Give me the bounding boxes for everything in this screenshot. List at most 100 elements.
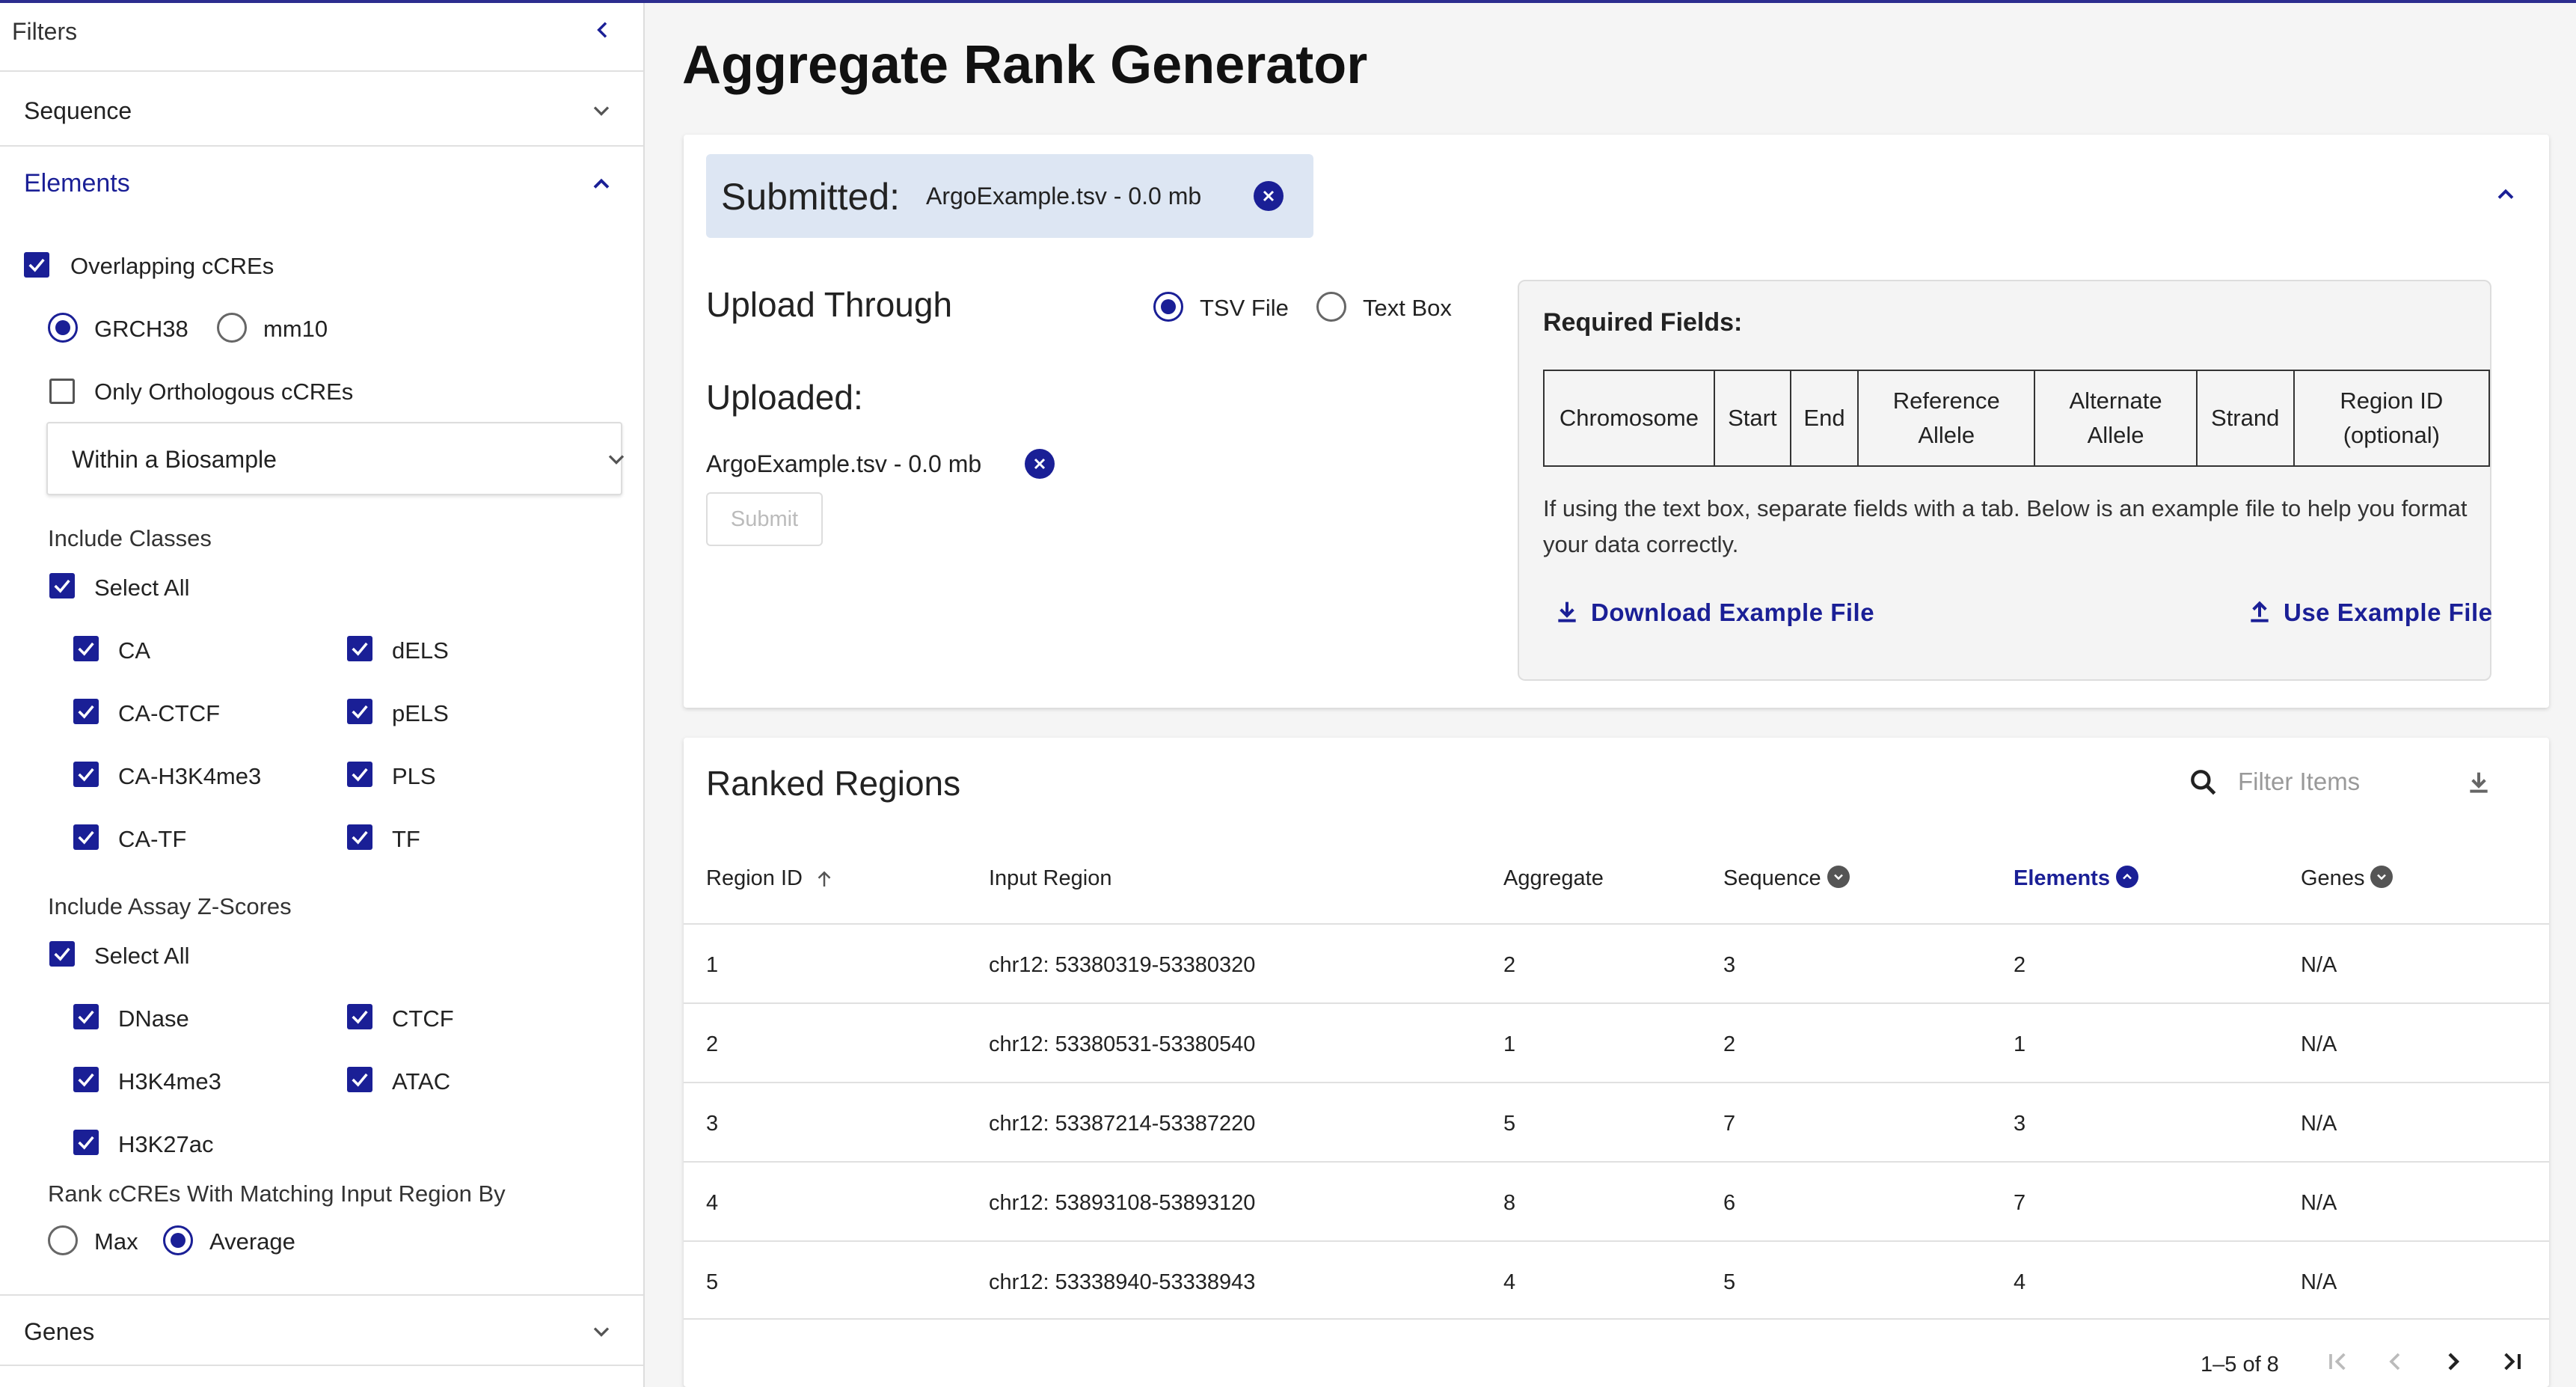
text-box-label: Text Box — [1363, 295, 1452, 321]
column-header-genes[interactable]: Genes — [2301, 866, 2393, 891]
mm10-label: mm10 — [263, 316, 328, 342]
column-header-elements[interactable]: Elements — [2014, 866, 2138, 891]
last-page-icon[interactable] — [2497, 1347, 2527, 1380]
rank-max-radio[interactable] — [48, 1225, 78, 1255]
title-fragment: ank — [1002, 35, 1111, 95]
orthologous-checkbox[interactable] — [49, 379, 75, 404]
class-ca-tf-checkbox[interactable] — [73, 824, 99, 850]
field-cell: Strand — [2195, 370, 2295, 467]
remove-uploaded-icon[interactable] — [1025, 449, 1055, 479]
use-example-button[interactable]: Use Example File — [2251, 598, 2493, 627]
cell-sequence: 5 — [1723, 1270, 1736, 1294]
page-title: Aggregate Rank Generator — [682, 34, 1367, 96]
ranked-regions-title: Ranked Regions — [706, 764, 961, 803]
required-fields-title: Required Fields: — [1543, 308, 1743, 337]
first-page-icon[interactable] — [2323, 1347, 2353, 1380]
column-header-input-region[interactable]: Input Region — [989, 866, 1111, 891]
field-cell: Start — [1713, 370, 1791, 467]
download-example-button[interactable]: Download Example File — [1558, 598, 1875, 627]
class-ca-checkbox[interactable] — [73, 636, 99, 661]
chevron-down-icon — [603, 446, 630, 477]
column-header-aggregate[interactable]: Aggregate — [1503, 866, 1604, 891]
assays-select-all-checkbox[interactable] — [49, 941, 75, 967]
chevron-down-circle-icon[interactable] — [2370, 866, 2393, 889]
class-pls-checkbox[interactable] — [347, 762, 372, 787]
submit-button[interactable]: Submit — [706, 492, 823, 546]
upload-icon — [2251, 601, 2269, 622]
tsv-file-radio[interactable] — [1153, 292, 1183, 322]
accordion-elements[interactable]: Elements — [0, 153, 643, 212]
class-ca-h3k4me3-checkbox[interactable] — [73, 762, 99, 787]
cell-elements: 3 — [2014, 1112, 2026, 1136]
class-label: dELS — [392, 637, 449, 664]
biosample-select[interactable]: Within a Biosample — [46, 422, 625, 495]
chevron-down-circle-icon[interactable] — [1827, 866, 1850, 889]
cell-genes: N/A — [2301, 953, 2337, 977]
class-ca-ctcf-checkbox[interactable] — [73, 699, 99, 724]
cell-region-id: 5 — [706, 1270, 719, 1294]
remove-submitted-icon[interactable] — [1254, 181, 1284, 211]
collapse-sidebar-icon[interactable] — [591, 18, 615, 46]
download-table-icon[interactable] — [2464, 768, 2494, 801]
class-tf-checkbox[interactable] — [347, 824, 372, 850]
rank-average-radio[interactable] — [163, 1225, 193, 1255]
overlapping-ccres-label: Overlapping cCREs — [70, 253, 275, 279]
table-row[interactable]: 5 chr12: 53338940-53338943 4 5 4 N/A — [684, 1240, 2549, 1320]
table-row[interactable]: 3 chr12: 53387214-53387220 5 7 3 N/A — [684, 1082, 2549, 1161]
filters-title: Filters — [12, 18, 78, 45]
cell-elements: 4 — [2014, 1270, 2026, 1294]
assay-h3k4me3-checkbox[interactable] — [73, 1067, 99, 1092]
class-label: pELS — [392, 700, 449, 726]
cell-input-region: chr12: 53893108-53893120 — [989, 1191, 1256, 1215]
mm10-radio[interactable] — [217, 313, 247, 343]
assay-h3k27ac-checkbox[interactable] — [73, 1130, 99, 1155]
previous-page-icon[interactable] — [2380, 1347, 2410, 1380]
required-fields-table: Chromosome Start End Reference Allele Al… — [1543, 370, 2491, 467]
filters-header: Filters — [0, 3, 643, 72]
table-row[interactable]: 1 chr12: 53380319-53380320 2 3 2 N/A — [684, 923, 2549, 1002]
title-fragment: r — [1346, 35, 1368, 95]
grch38-radio[interactable] — [48, 313, 78, 343]
assay-atac-checkbox[interactable] — [347, 1067, 372, 1092]
title-fragment: G — [1110, 35, 1153, 95]
search-icon — [2187, 766, 2220, 803]
chevron-down-icon — [588, 97, 615, 128]
download-example-label: Download Example File — [1591, 598, 1875, 626]
next-page-icon[interactable] — [2438, 1347, 2468, 1380]
filter-items-input[interactable]: Filter Items — [2238, 768, 2360, 796]
field-cell: End — [1789, 370, 1859, 467]
accordion-sequence[interactable]: Sequence — [0, 75, 643, 147]
assay-dnase-checkbox[interactable] — [73, 1004, 99, 1029]
column-header-region-id[interactable]: Region ID — [706, 866, 835, 891]
collapse-upload-icon[interactable] — [2492, 181, 2519, 212]
assay-ctcf-checkbox[interactable] — [347, 1004, 372, 1029]
biosample-select-value: Within a Biosample — [72, 446, 277, 473]
overlapping-ccres-checkbox[interactable] — [24, 252, 49, 278]
table-row[interactable]: 2 chr12: 53380531-53380540 1 2 1 N/A — [684, 1002, 2549, 1082]
accordion-genes[interactable]: Genes — [0, 1294, 643, 1366]
class-label: CA-H3K4me3 — [118, 763, 262, 789]
class-pels-checkbox[interactable] — [347, 699, 372, 724]
class-label: PLS — [392, 763, 436, 789]
cell-aggregate: 4 — [1503, 1270, 1516, 1294]
field-cell: Alternate Allele — [2034, 370, 2198, 467]
column-header-sequence[interactable]: Sequence — [1723, 866, 1850, 891]
text-box-radio[interactable] — [1316, 292, 1346, 322]
class-label: CA-CTCF — [118, 700, 221, 726]
filters-sidebar: Filters Sequence Elements Overlapping cC… — [0, 3, 645, 1387]
cell-sequence: 3 — [1723, 953, 1736, 977]
use-example-label: Use Example File — [2284, 598, 2493, 626]
table-row[interactable]: 4 chr12: 53893108-53893120 8 6 7 N/A — [684, 1161, 2549, 1240]
title-fragment: enerat — [1152, 35, 1314, 95]
cell-genes: N/A — [2301, 1191, 2337, 1215]
upload-through-label: Upload Through — [706, 285, 953, 324]
cell-aggregate: 1 — [1503, 1032, 1516, 1056]
field-cell: Region ID (optional) — [2293, 370, 2491, 467]
classes-select-all-checkbox[interactable] — [49, 573, 75, 598]
class-dels-checkbox[interactable] — [347, 636, 372, 661]
rank-average-label: Average — [209, 1228, 295, 1255]
chevron-up-circle-icon[interactable] — [2115, 866, 2138, 889]
sort-ascending-icon — [818, 871, 831, 887]
title-fragment: A — [682, 35, 721, 95]
page-title-text: Aggregate Rank Generator — [682, 35, 1367, 95]
